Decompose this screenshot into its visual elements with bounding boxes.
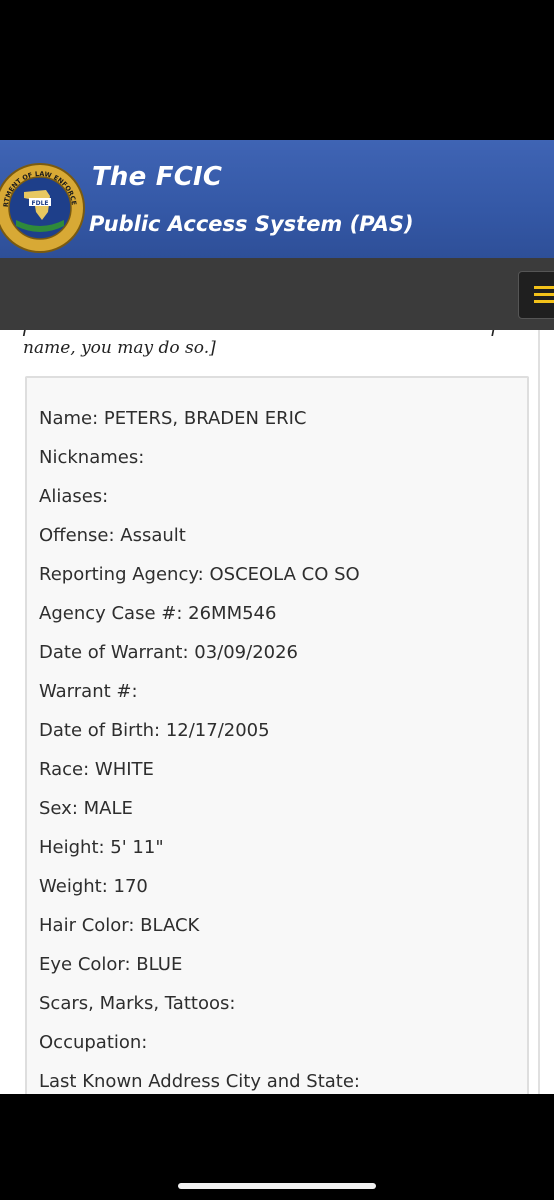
field-eye-color: Eye Color: BLUE [39,954,183,975]
browser-viewport: FDLE DEPARTMENT OF LAW ENFORCEMENT The F… [0,140,554,1094]
field-scars-marks-tattoos: Scars, Marks, Tattoos: [39,993,236,1014]
field-sex: Sex: MALE [39,798,133,819]
field-date-of-warrant: Date of Warrant: 03/09/2026 [39,642,299,663]
field-race: Race: WHITE [39,759,154,780]
field-reporting-agency: Reporting Agency: OSCEOLA CO SO [39,564,360,585]
navbar [0,258,554,330]
content-border [538,330,540,1094]
hamburger-menu-icon [534,300,554,303]
field-offense: Offense: Assault [39,525,186,546]
field-weight: Weight: 170 [39,876,148,897]
field-name: Name: PETERS, BRADEN ERIC [39,408,307,429]
field-warrant-number: Warrant #: [39,681,138,702]
hamburger-menu-button[interactable] [518,271,554,319]
site-subtitle: Public Access System (PAS) [89,212,414,236]
site-title: The FCIC [92,162,223,192]
field-height: Height: 5' 11" [39,837,164,858]
field-hair-color: Hair Color: BLACK [39,915,200,936]
field-last-known-address: Last Known Address City and State: [39,1071,360,1092]
hamburger-menu-icon [534,286,554,289]
site-header: FDLE DEPARTMENT OF LAW ENFORCEMENT The F… [0,140,554,258]
field-date-of-birth: Date of Birth: 12/17/2005 [39,720,270,741]
fdle-seal-icon[interactable]: FDLE DEPARTMENT OF LAW ENFORCEMENT [0,162,86,254]
clipped-text-line: [ _ _ _ _ _ _ _ _ _ _ _ _ _ _ _ _ _ _ _ … [22,330,522,336]
hamburger-menu-icon [534,293,554,296]
field-occupation: Occupation: [39,1032,148,1053]
field-agency-case: Agency Case #: 26MM546 [39,603,277,624]
field-nicknames: Nicknames: [39,447,145,468]
intro-text: name, you may do so.] [23,338,216,358]
status-bar-area [0,0,554,140]
seal-center-text: FDLE [31,200,48,207]
field-aliases: Aliases: [39,486,109,507]
home-indicator[interactable] [178,1183,376,1189]
